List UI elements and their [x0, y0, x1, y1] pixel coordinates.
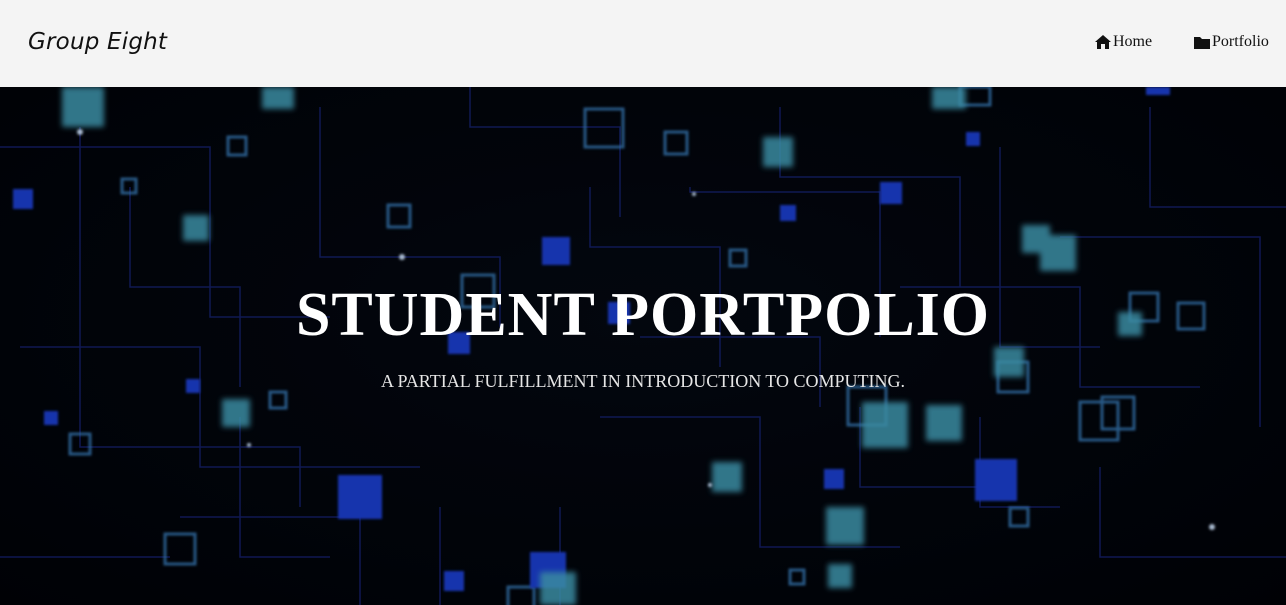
hero-subtitle: A PARTIAL FULFILLMENT IN INTRODUCTION TO…: [380, 371, 906, 391]
nav-home-label: Home: [1113, 33, 1153, 50]
folder-icon: [1193, 35, 1212, 50]
hero-title: STUDENT PORTPOLIO: [295, 281, 991, 349]
hero-section: STUDENT PORTPOLIO A PARTIAL FULFILLMENT …: [0, 87, 1286, 605]
brand-logo[interactable]: Group Eight: [28, 29, 167, 55]
navbar: Group Eight Home Portfolio: [0, 0, 1286, 87]
home-icon: [1094, 34, 1113, 50]
nav-home-link[interactable]: Home: [1094, 33, 1152, 51]
nav-portfolio-label: Portfolio: [1212, 33, 1269, 50]
nav-portfolio-link[interactable]: Portfolio: [1193, 33, 1269, 51]
